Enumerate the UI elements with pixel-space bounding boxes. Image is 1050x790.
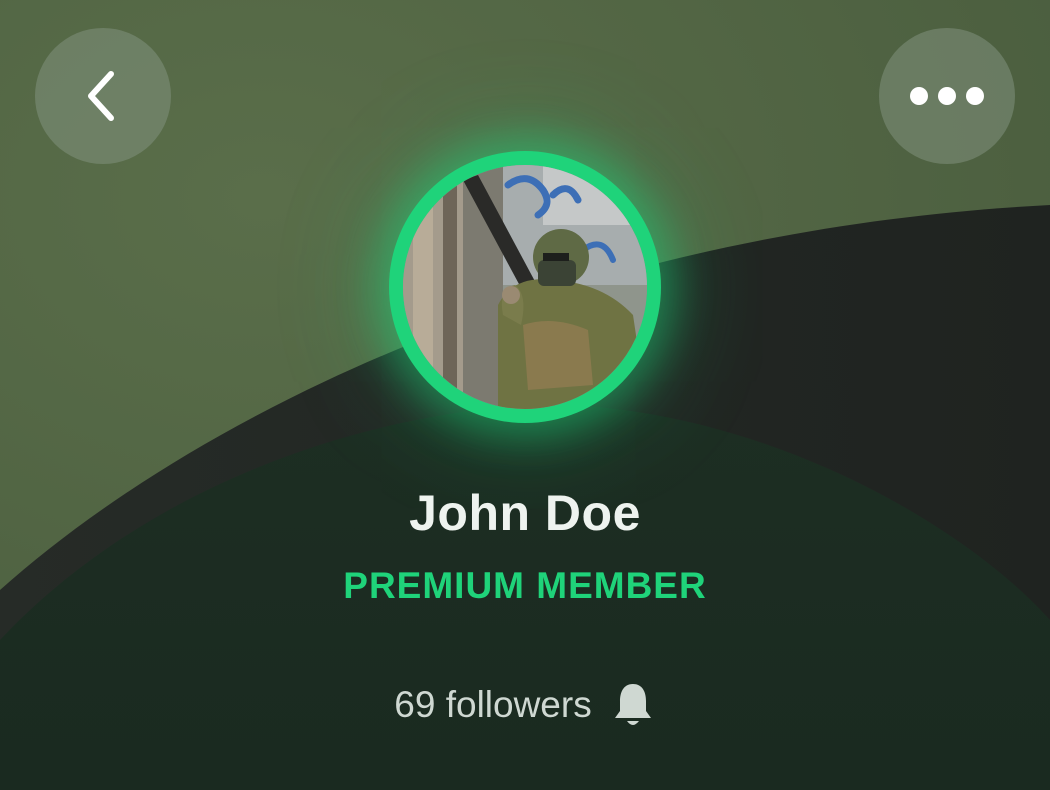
profile-screen: John Doe PREMIUM MEMBER 69 followers (0, 0, 1050, 790)
membership-badge: PREMIUM MEMBER (343, 565, 707, 606)
followers-count: 69 followers (394, 684, 592, 725)
profile-name: John Doe (409, 485, 641, 541)
ellipsis-horizontal-icon (910, 87, 984, 105)
notify-button[interactable] (610, 680, 656, 730)
avatar[interactable] (403, 165, 647, 409)
avatar-photo (403, 165, 647, 409)
chevron-left-icon (88, 71, 114, 121)
followers-row: 69 followers (0, 680, 1050, 730)
bell-icon (614, 684, 651, 725)
more-options-button[interactable] (879, 28, 1015, 164)
back-button[interactable] (35, 28, 171, 164)
